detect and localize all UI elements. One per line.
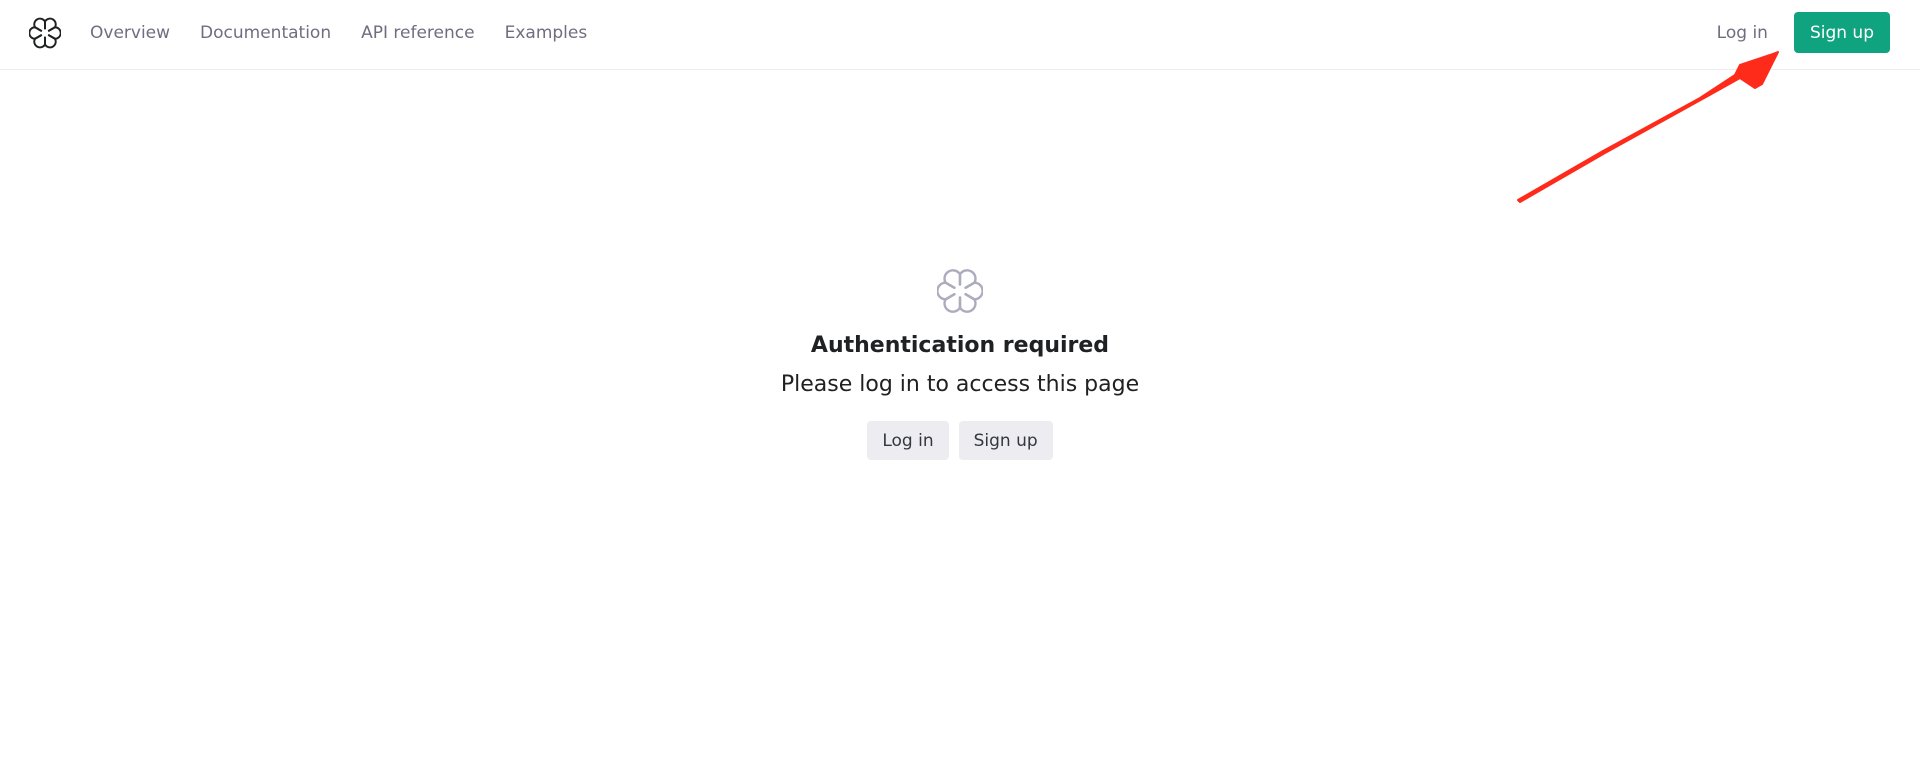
auth-title: Authentication required bbox=[810, 333, 1110, 358]
main-nav: Overview Documentation API reference Exa… bbox=[90, 0, 587, 66]
auth-required-panel: Authentication required Please log in to… bbox=[0, 268, 1920, 460]
header-login-link[interactable]: Log in bbox=[1717, 23, 1768, 43]
auth-buttons: Log in Sign up bbox=[867, 421, 1053, 460]
top-navigation-bar: Overview Documentation API reference Exa… bbox=[0, 0, 1920, 70]
header-actions: Log in Sign up bbox=[1717, 12, 1890, 53]
nav-api-reference[interactable]: API reference bbox=[361, 23, 474, 43]
login-button[interactable]: Log in bbox=[867, 421, 949, 460]
openai-logo-icon bbox=[937, 268, 983, 314]
openai-logo-icon[interactable] bbox=[29, 17, 61, 49]
signup-button[interactable]: Sign up bbox=[958, 421, 1053, 460]
nav-overview[interactable]: Overview bbox=[90, 23, 170, 43]
auth-subtitle: Please log in to access this page bbox=[780, 372, 1140, 397]
nav-examples[interactable]: Examples bbox=[505, 23, 588, 43]
nav-documentation[interactable]: Documentation bbox=[200, 23, 331, 43]
header-signup-button[interactable]: Sign up bbox=[1793, 12, 1890, 53]
